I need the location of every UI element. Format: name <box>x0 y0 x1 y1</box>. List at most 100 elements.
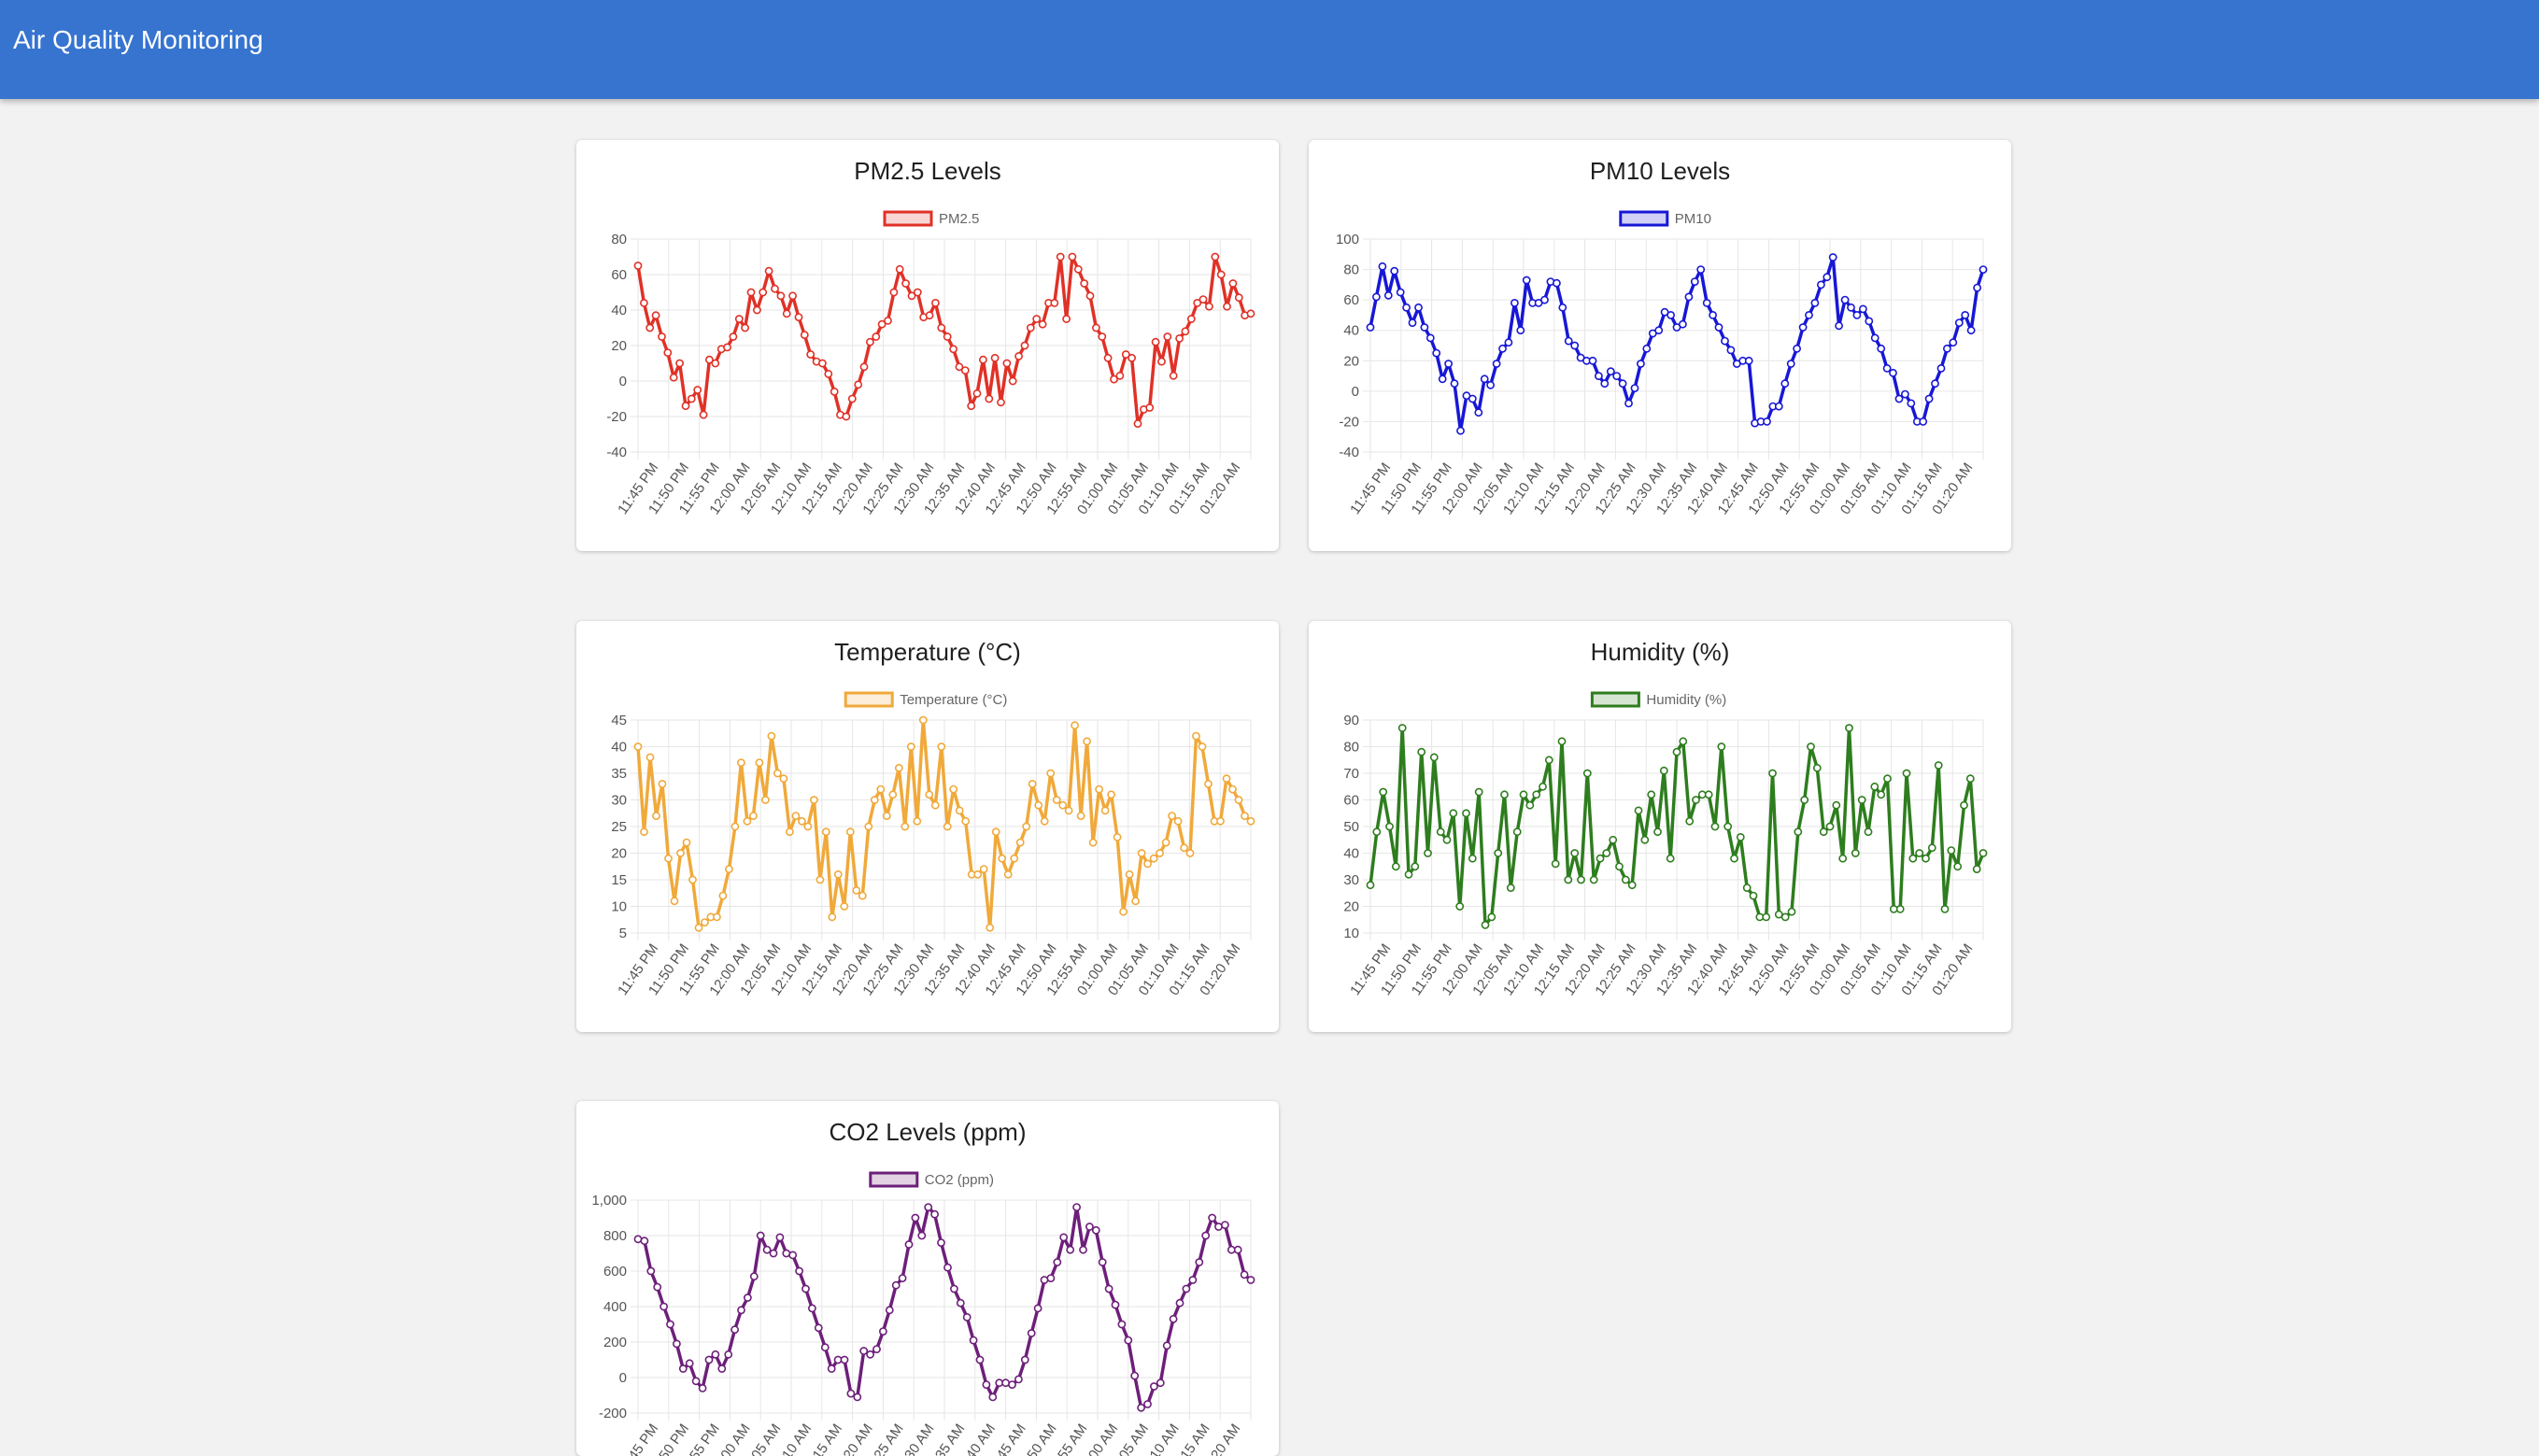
data-point[interactable] <box>785 827 794 837</box>
data-point[interactable] <box>913 288 922 297</box>
data-point[interactable] <box>1481 920 1490 929</box>
data-point[interactable] <box>1175 1298 1184 1308</box>
data-point[interactable] <box>1103 353 1113 362</box>
data-point[interactable] <box>1723 822 1733 831</box>
data-point[interactable] <box>1647 790 1656 799</box>
data-point[interactable] <box>1234 293 1243 303</box>
data-point[interactable] <box>1690 277 1699 286</box>
data-point[interactable] <box>1092 323 1100 332</box>
data-point[interactable] <box>1192 731 1200 741</box>
data-point[interactable] <box>895 264 904 274</box>
data-point[interactable] <box>911 1213 920 1223</box>
data-point[interactable] <box>937 323 946 332</box>
data-point[interactable] <box>824 369 833 378</box>
data-point[interactable] <box>1877 344 1886 353</box>
data-point[interactable] <box>1385 822 1394 831</box>
data-point[interactable] <box>1532 790 1541 799</box>
data-point[interactable] <box>1056 252 1065 262</box>
data-point[interactable] <box>1085 291 1095 301</box>
data-point[interactable] <box>854 380 863 389</box>
data-point[interactable] <box>1786 360 1795 368</box>
data-point[interactable] <box>1961 310 1970 319</box>
data-point[interactable] <box>1372 827 1382 837</box>
data-point[interactable] <box>1954 318 1964 327</box>
data-point[interactable] <box>1960 800 1968 810</box>
data-point[interactable] <box>1901 389 1909 399</box>
data-point[interactable] <box>743 1293 752 1302</box>
data-point[interactable] <box>1098 1258 1107 1266</box>
data-point[interactable] <box>1934 761 1943 770</box>
data-point[interactable] <box>1714 323 1723 332</box>
data-point[interactable] <box>901 279 910 288</box>
data-point[interactable] <box>1819 827 1828 837</box>
data-point[interactable] <box>748 812 758 820</box>
data-point[interactable] <box>1798 323 1808 332</box>
data-point[interactable] <box>960 366 970 375</box>
data-point[interactable] <box>828 912 837 922</box>
data-point[interactable] <box>1027 1329 1036 1337</box>
data-point[interactable] <box>1653 827 1662 837</box>
data-point[interactable] <box>1709 310 1717 319</box>
data-point[interactable] <box>1487 912 1496 922</box>
data-point[interactable] <box>1805 310 1813 319</box>
data-point[interactable] <box>1150 1382 1158 1391</box>
data-point[interactable] <box>1076 812 1085 820</box>
data-point[interactable] <box>1396 288 1405 297</box>
data-point[interactable] <box>1079 1245 1087 1254</box>
data-point[interactable] <box>771 284 779 293</box>
data-point[interactable] <box>1659 766 1668 775</box>
data-point[interactable] <box>1544 756 1553 765</box>
data-point[interactable] <box>978 355 987 364</box>
data-point[interactable] <box>1034 800 1043 810</box>
data-point[interactable] <box>1684 292 1694 302</box>
data-point[interactable] <box>1500 790 1509 799</box>
data-point[interactable] <box>1008 1380 1016 1389</box>
legend-label[interactable]: CO2 (ppm) <box>925 1172 994 1188</box>
data-point[interactable] <box>1823 273 1832 282</box>
data-point[interactable] <box>676 849 685 857</box>
data-point[interactable] <box>760 796 770 804</box>
data-point[interactable] <box>1169 1314 1178 1323</box>
data-point[interactable] <box>663 348 673 357</box>
data-point[interactable] <box>800 331 809 339</box>
data-point[interactable] <box>1246 309 1255 318</box>
data-point[interactable] <box>1966 326 1976 335</box>
data-point[interactable] <box>1046 769 1056 778</box>
data-point[interactable] <box>1678 319 1687 329</box>
data-point[interactable] <box>1931 379 1939 389</box>
legend-swatch[interactable] <box>1619 210 1669 227</box>
data-point[interactable] <box>973 869 983 879</box>
legend-swatch[interactable] <box>844 691 894 708</box>
data-point[interactable] <box>1008 376 1017 386</box>
data-point[interactable] <box>741 323 749 332</box>
data-point[interactable] <box>1195 1258 1204 1266</box>
data-point[interactable] <box>1211 252 1220 262</box>
data-point[interactable] <box>1163 332 1172 341</box>
data-point[interactable] <box>1979 849 1988 857</box>
data-point[interactable] <box>1564 336 1573 346</box>
data-point[interactable] <box>1654 326 1664 335</box>
data-point[interactable] <box>1522 276 1531 285</box>
data-point[interactable] <box>1124 1336 1133 1345</box>
data-point[interactable] <box>1449 809 1458 818</box>
data-point[interactable] <box>918 715 928 725</box>
data-point[interactable] <box>1125 869 1134 879</box>
data-point[interactable] <box>1408 318 1417 327</box>
data-point[interactable] <box>1494 849 1503 857</box>
data-point[interactable] <box>817 359 827 368</box>
data-point[interactable] <box>930 800 940 810</box>
data-point[interactable] <box>1162 1341 1171 1350</box>
data-point[interactable] <box>1883 774 1892 784</box>
data-point[interactable] <box>943 1263 952 1272</box>
data-point[interactable] <box>1022 822 1031 831</box>
data-point[interactable] <box>1512 827 1522 837</box>
data-point[interactable] <box>1404 869 1413 879</box>
data-point[interactable] <box>1922 854 1930 863</box>
data-point[interactable] <box>1908 854 1918 863</box>
data-point[interactable] <box>1915 849 1924 857</box>
data-point[interactable] <box>1014 1375 1023 1384</box>
data-point[interactable] <box>1068 252 1077 262</box>
data-point[interactable] <box>797 816 806 826</box>
data-point[interactable] <box>1973 283 1981 292</box>
data-point[interactable] <box>801 1284 810 1293</box>
